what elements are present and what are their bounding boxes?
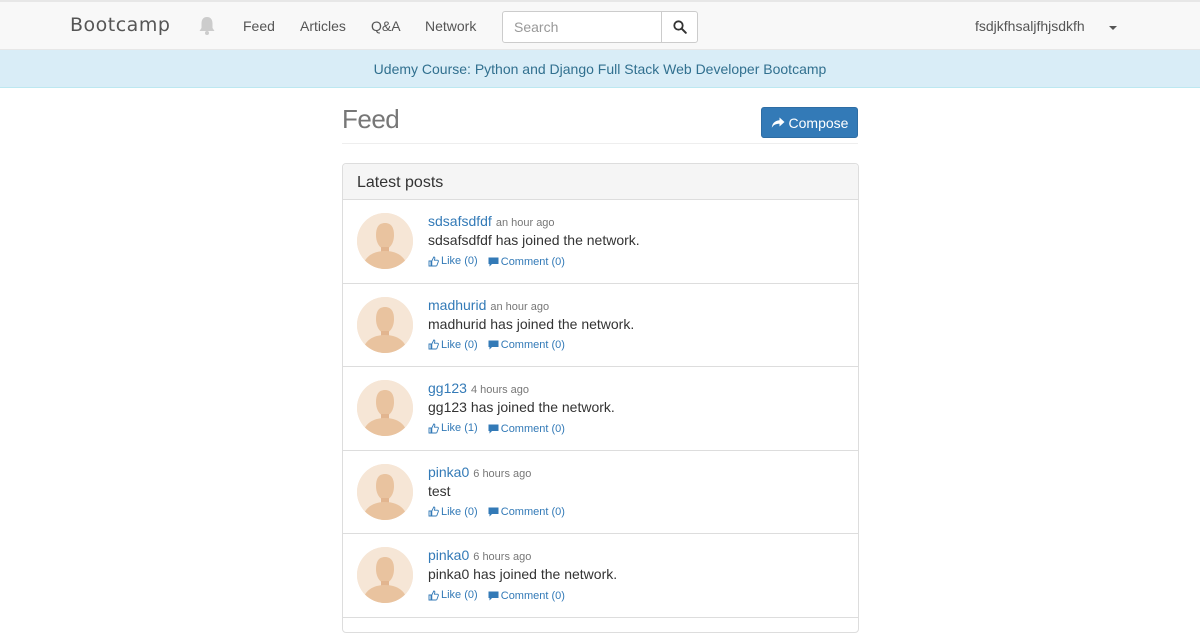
post-timestamp: 6 hours ago xyxy=(473,551,532,563)
comment-icon xyxy=(488,424,499,433)
comment-icon xyxy=(488,340,499,350)
like-button[interactable]: Like (1) xyxy=(428,422,478,434)
comment-label: Comment (0) xyxy=(500,589,565,602)
banner-link[interactable]: Udemy Course: Python and Django Full Sta… xyxy=(374,61,827,77)
page-title: Feed xyxy=(342,104,400,134)
thumbs-up-icon xyxy=(428,256,439,266)
nav-link-network[interactable]: Network xyxy=(425,18,476,34)
post-meta: gg123 4 hours ago xyxy=(428,380,529,396)
avatar[interactable] xyxy=(357,463,413,520)
avatar[interactable] xyxy=(357,296,413,353)
user-avatar-icon xyxy=(357,547,413,603)
post-username[interactable]: pinka0 xyxy=(428,464,469,480)
user-avatar-icon xyxy=(357,463,413,520)
post-timestamp: 6 hours ago xyxy=(473,467,532,480)
post-username[interactable]: madhurid xyxy=(428,297,486,313)
comment-icon xyxy=(488,257,499,266)
comment-icon xyxy=(488,507,499,517)
like-button[interactable]: Like (0) xyxy=(428,506,478,518)
user-avatar-icon xyxy=(357,213,413,269)
thumbs-up-icon xyxy=(428,590,439,600)
brand-logo[interactable]: Bootcamp xyxy=(70,14,170,36)
post-actions: Like (0) Comment (0) xyxy=(428,339,572,354)
user-menu[interactable]: fsdjkfhsaljfhjsdkfh xyxy=(975,18,1085,34)
post-username[interactable]: gg123 xyxy=(428,380,467,396)
comment-icon xyxy=(488,591,499,600)
post-meta: pinka0 6 hours ago xyxy=(428,547,531,563)
like-label: Like (1) xyxy=(441,422,478,434)
nav-link-articles[interactable]: Articles xyxy=(300,18,346,34)
post-item: sdsafsdfdf an hour ago sdsafsdfdf has joi… xyxy=(343,200,858,284)
share-arrow-icon xyxy=(771,117,785,128)
post-text: sdsafsdfdf has joined the network. xyxy=(428,232,640,248)
nav-link-qa[interactable]: Q&A xyxy=(371,18,401,34)
like-button[interactable]: Like (0) xyxy=(428,339,478,351)
user-avatar-icon xyxy=(357,296,413,353)
post-actions: Like (1) Comment (0) xyxy=(428,422,572,437)
notification-bell-icon[interactable] xyxy=(198,16,216,36)
thumbs-up-icon xyxy=(428,506,439,517)
compose-button[interactable]: Compose xyxy=(761,107,858,138)
post-username[interactable]: pinka0 xyxy=(428,547,469,563)
panel-heading: Latest posts xyxy=(343,164,858,200)
post-text: pinka0 has joined the network. xyxy=(428,566,618,582)
like-label: Like (0) xyxy=(441,505,478,518)
header-divider xyxy=(342,143,858,144)
search-icon xyxy=(672,20,687,34)
like-button[interactable]: Like (0) xyxy=(428,255,478,267)
comment-button[interactable]: Comment (0) xyxy=(488,339,565,351)
post-timestamp: 4 hours ago xyxy=(470,384,530,396)
post-timestamp: an hour ago xyxy=(495,217,555,229)
post-item: madhurid an hour ago madhurid has joined … xyxy=(343,284,858,367)
comment-button[interactable]: Comment (0) xyxy=(488,506,565,518)
thumbs-up-icon xyxy=(428,339,439,350)
comment-label: Comment (0) xyxy=(500,422,565,435)
post-actions: Like (0) Comment (0) xyxy=(428,255,572,270)
post-text: test xyxy=(428,482,451,499)
comment-button[interactable]: Comment (0) xyxy=(488,423,565,435)
like-label: Like (0) xyxy=(441,255,478,267)
user-avatar-icon xyxy=(357,380,413,436)
top-navbar: Bootcamp Feed Articles Q&A Network fsdjk… xyxy=(0,0,1200,50)
post-item: gg123 4 hours ago gg123 has joined the ne… xyxy=(343,367,858,451)
comment-button[interactable]: Comment (0) xyxy=(488,590,565,602)
like-label: Like (0) xyxy=(441,589,478,601)
post-meta: sdsafsdfdf an hour ago xyxy=(428,213,555,229)
post-actions: Like (0) Comment (0) xyxy=(428,506,572,521)
post-list: sdsafsdfdf an hour ago sdsafsdfdf has joi… xyxy=(343,200,858,618)
post-item: pinka0 6 hours ago pinka0 has joined the … xyxy=(343,534,858,618)
comment-label: Comment (0) xyxy=(500,255,565,268)
chevron-down-icon[interactable] xyxy=(1109,26,1117,30)
nav-link-feed[interactable]: Feed xyxy=(243,18,275,34)
avatar[interactable] xyxy=(357,547,413,603)
search-button[interactable] xyxy=(661,11,698,43)
post-timestamp: an hour ago xyxy=(490,300,550,313)
avatar[interactable] xyxy=(357,213,413,269)
post-text: madhurid has joined the network. xyxy=(428,315,635,332)
comment-label: Comment (0) xyxy=(500,339,565,351)
post-actions: Like (0) Comment (0) xyxy=(428,589,572,604)
post-meta: pinka0 6 hours ago xyxy=(428,464,531,480)
compose-label: Compose xyxy=(788,114,849,131)
post-item: pinka0 6 hours ago test Like (0) Comment … xyxy=(343,451,858,534)
course-banner: Udemy Course: Python and Django Full Sta… xyxy=(0,50,1200,88)
avatar[interactable] xyxy=(357,380,413,436)
latest-posts-panel: Latest posts sdsafsdfdf an hour ago sdsaf… xyxy=(342,163,859,633)
like-label: Like (0) xyxy=(441,338,478,351)
post-username[interactable]: sdsafsdfdf xyxy=(428,213,492,229)
thumbs-up-icon xyxy=(428,423,439,433)
comment-button[interactable]: Comment (0) xyxy=(488,256,565,268)
comment-label: Comment (0) xyxy=(500,506,565,518)
post-meta: madhurid an hour ago xyxy=(428,297,549,313)
search-input[interactable] xyxy=(502,11,662,43)
post-text: gg123 has joined the network. xyxy=(428,399,615,415)
like-button[interactable]: Like (0) xyxy=(428,589,478,601)
